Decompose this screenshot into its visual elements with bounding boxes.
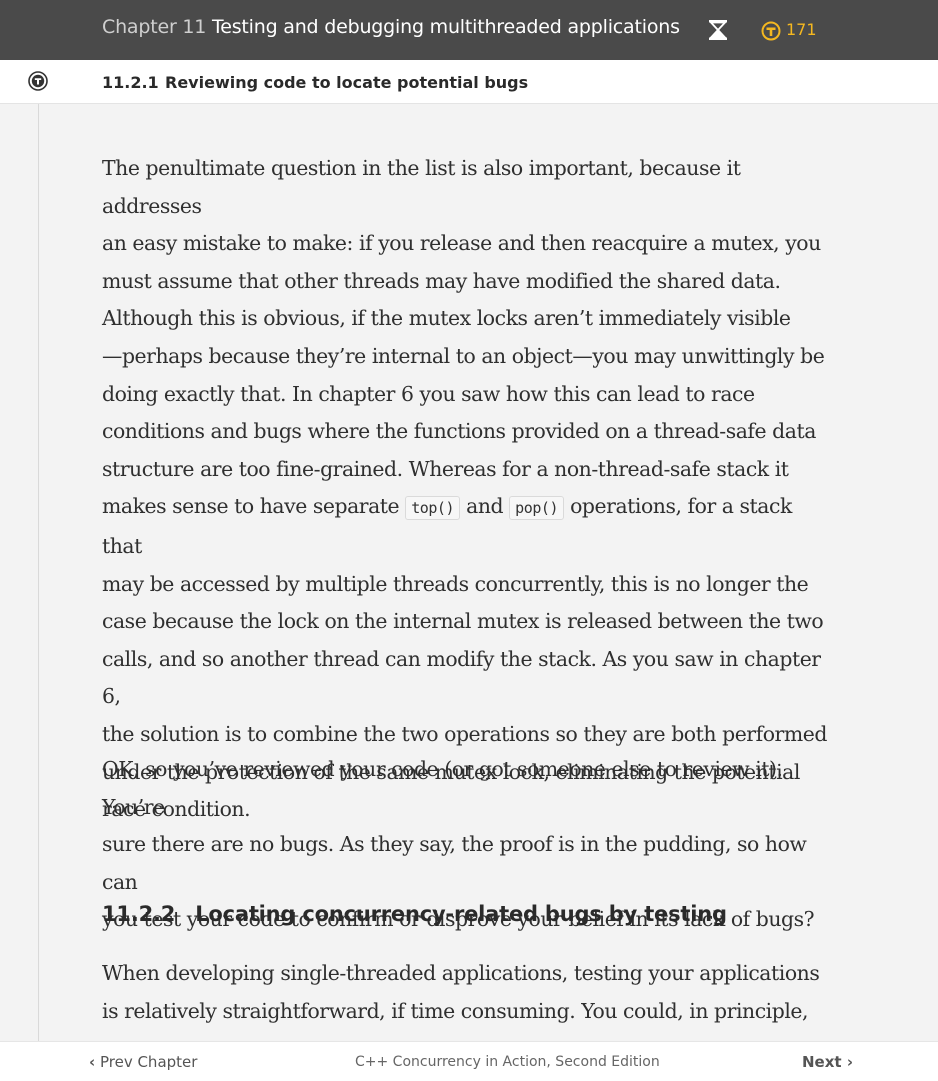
chapter-header: Chapter 11 Testing and debugging multith… bbox=[0, 0, 938, 60]
text-line: conditions and bugs where the functions … bbox=[102, 419, 816, 444]
code-pop: pop() bbox=[509, 496, 565, 521]
text-line: must assume that other threads may have … bbox=[102, 268, 781, 293]
text-line: The penultimate question in the list is … bbox=[102, 156, 741, 218]
text-line: an easy mistake to make: if you release … bbox=[102, 231, 821, 256]
prev-chapter-label: Prev Chapter bbox=[99, 1053, 198, 1071]
bottom-navigation: ‹ Prev Chapter C++ Concurrency in Action… bbox=[0, 1041, 938, 1081]
next-label: Next bbox=[802, 1053, 842, 1071]
text-line: calls, and so another thread can modify … bbox=[102, 646, 821, 709]
paragraph-penultimate: The penultimate question in the list is … bbox=[102, 150, 834, 829]
subsection-heading: 11.2.2 Locating concurrency-related bugs … bbox=[102, 902, 727, 926]
text-line: When developing single-threaded applicat… bbox=[102, 961, 820, 985]
text-line: the solution is to combine the two opera… bbox=[102, 721, 827, 746]
chapter-name: Testing and debugging multithreaded appl… bbox=[212, 16, 680, 38]
text-line: may be accessed by multiple threads conc… bbox=[102, 571, 809, 596]
text-line: —perhaps because they’re internal to an … bbox=[102, 343, 825, 368]
text-line: case because the lock on the internal mu… bbox=[102, 609, 824, 634]
text-line: is relatively straightforward, if time c… bbox=[102, 998, 809, 1023]
text-line: Although this is obvious, if the mutex l… bbox=[102, 306, 791, 331]
token-count[interactable]: 171 bbox=[786, 20, 817, 39]
chevron-left-icon: ‹ bbox=[89, 1053, 96, 1071]
prev-chapter-button[interactable]: ‹ Prev Chapter bbox=[89, 1053, 197, 1071]
token-icon[interactable] bbox=[761, 21, 781, 41]
text-line: sure there are no bugs. As they say, the… bbox=[102, 832, 807, 894]
section-number: 11.2.1 bbox=[102, 73, 159, 92]
text-line: structure are too fine-grained. Whereas … bbox=[102, 456, 789, 481]
subsection-title: Locating concurrency-related bugs by tes… bbox=[195, 902, 727, 926]
paragraph-testing: When developing single-threaded applicat… bbox=[102, 955, 820, 1030]
left-rule bbox=[38, 103, 39, 1041]
text-line: and bbox=[460, 494, 510, 519]
text-line: OK, so you’ve reviewed your code (or got… bbox=[102, 757, 783, 819]
subsection-number: 11.2.2 bbox=[102, 902, 176, 926]
chevron-right-icon: › bbox=[846, 1053, 853, 1071]
chapter-title[interactable]: Chapter 11 Testing and debugging multith… bbox=[102, 16, 680, 38]
text-line: doing exactly that. In chapter 6 you saw… bbox=[102, 381, 755, 406]
section-title[interactable]: Reviewing code to locate potential bugs bbox=[165, 73, 528, 92]
code-top: top() bbox=[405, 496, 461, 521]
chapter-number: Chapter 11 bbox=[102, 16, 207, 38]
manning-logo-icon[interactable] bbox=[28, 71, 48, 91]
next-button[interactable]: Next › bbox=[802, 1053, 853, 1071]
text-line: makes sense to have separate bbox=[102, 494, 406, 519]
section-bar: 11.2.1 Reviewing code to locate potentia… bbox=[0, 60, 938, 104]
book-title: C++ Concurrency in Action, Second Editio… bbox=[355, 1054, 660, 1070]
hourglass-icon[interactable] bbox=[707, 19, 729, 41]
